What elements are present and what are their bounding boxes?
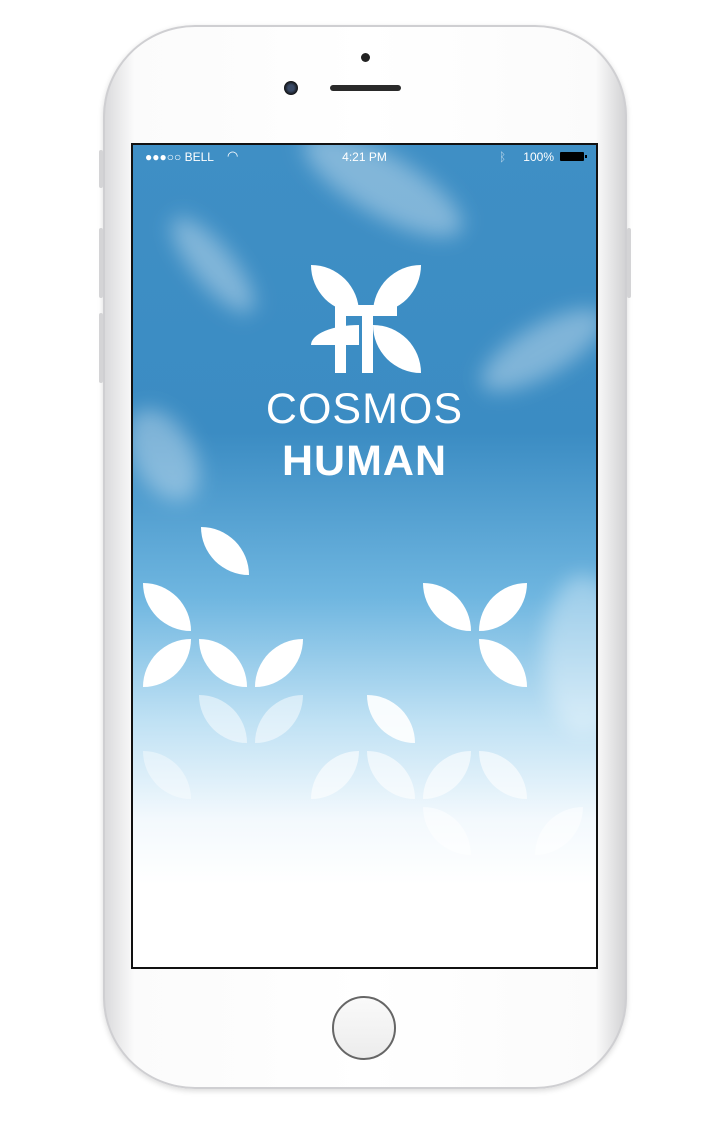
app-name-line1: COSMOS bbox=[265, 385, 464, 433]
status-bar: ●●●○○ BELL ◠ 4:21 PM ᛒ 100% bbox=[133, 145, 596, 167]
power-button[interactable] bbox=[627, 228, 631, 298]
volume-down-button[interactable] bbox=[99, 313, 103, 383]
proximity-sensor bbox=[361, 53, 370, 62]
bluetooth-icon: ᛒ bbox=[499, 150, 507, 164]
volume-up-button[interactable] bbox=[99, 228, 103, 298]
home-button[interactable] bbox=[332, 996, 396, 1060]
battery-icon bbox=[560, 152, 587, 161]
mute-switch[interactable] bbox=[99, 150, 103, 188]
front-camera bbox=[284, 81, 298, 95]
app-logo bbox=[311, 265, 421, 375]
battery-percent: 100% bbox=[523, 150, 554, 164]
splash-screen: ●●●○○ BELL ◠ 4:21 PM ᛒ 100% COSMOS HUMAN bbox=[131, 143, 598, 969]
earpiece-speaker bbox=[330, 85, 401, 91]
app-name-line2: HUMAN bbox=[281, 437, 448, 485]
